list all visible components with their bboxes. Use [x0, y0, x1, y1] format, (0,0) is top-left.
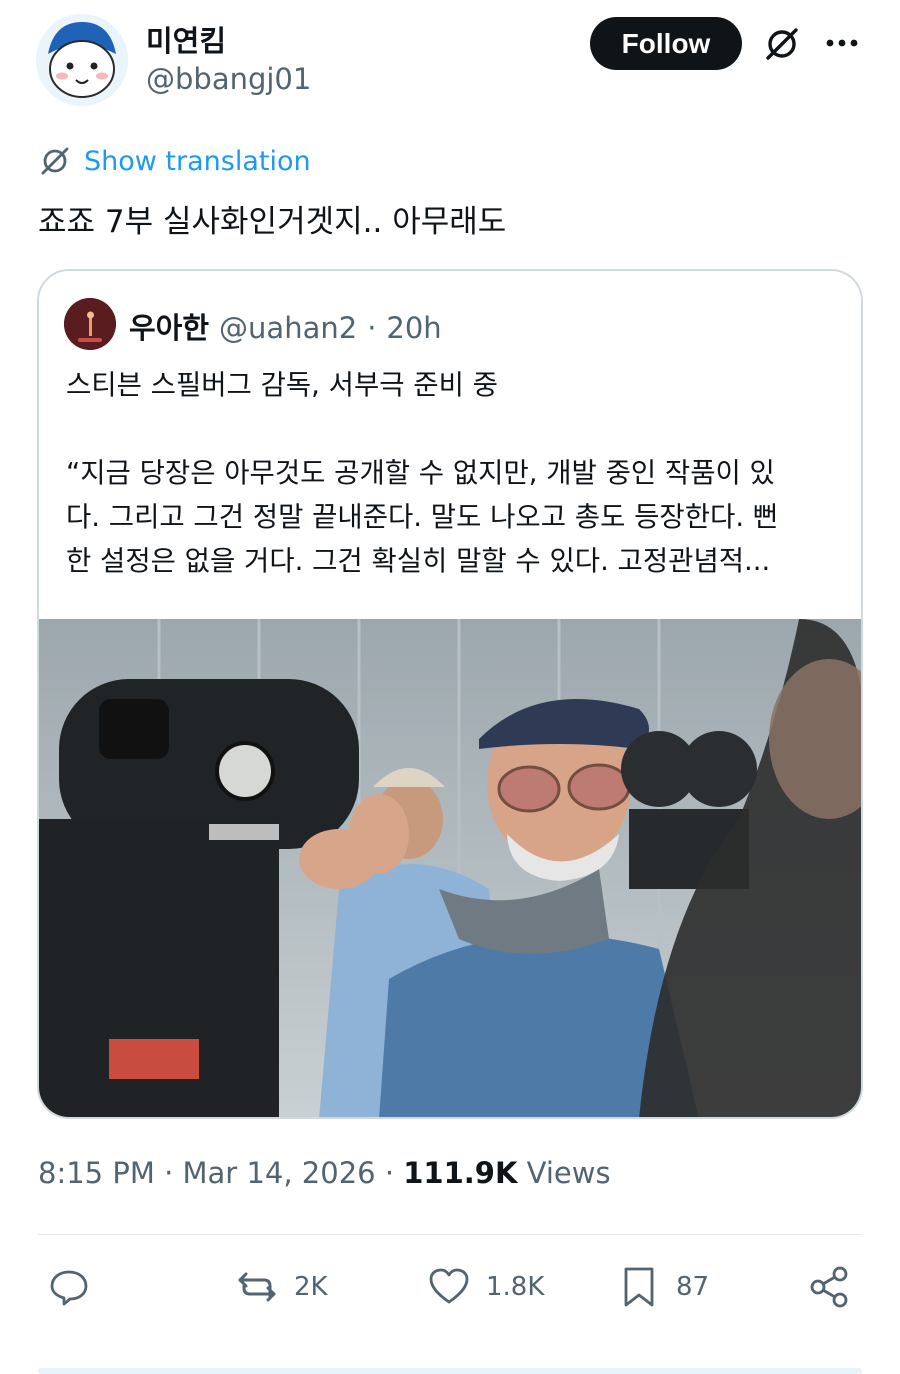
- bookmark-icon: [624, 1267, 654, 1307]
- retweet-icon: [238, 1272, 276, 1302]
- bottom-edge: [38, 1368, 862, 1374]
- quote-author-avatar[interactable]: [64, 298, 116, 350]
- tweet-time[interactable]: 8:15 PM: [38, 1156, 155, 1190]
- quote-headline: 스티븐 스필버그 감독, 서부극 준비 중: [66, 369, 498, 401]
- like-count: 1.8K: [486, 1272, 545, 1302]
- quote-author-name[interactable]: 우아한: [129, 305, 209, 347]
- retweet-button[interactable]: 2K: [234, 1264, 328, 1310]
- quote-photo[interactable]: [39, 619, 861, 1117]
- show-translation-label: Show translation: [84, 145, 311, 177]
- quote-line: “지금 당장은 아무것도 공개할 수 없지만, 개발 중인 작품이 있: [66, 457, 775, 489]
- quote-body: 스티븐 스필버그 감독, 서부극 준비 중 “지금 당장은 아무것도 공개할 수…: [66, 363, 846, 583]
- views-label: Views: [526, 1156, 611, 1190]
- bookmark-button[interactable]: 87: [616, 1264, 709, 1310]
- separator-dot: ·: [384, 1156, 395, 1190]
- bookmark-count: 87: [676, 1272, 710, 1302]
- quote-timestamp[interactable]: 20h: [386, 311, 441, 345]
- author-display-name[interactable]: 미연킴: [146, 18, 226, 60]
- follow-button[interactable]: Follow: [590, 17, 742, 70]
- separator-dot: ·: [164, 1156, 174, 1190]
- views-count: 111.9K: [403, 1156, 518, 1190]
- share-icon: [810, 1266, 848, 1308]
- quote-header: 우아한 @uahan2 · 20h: [129, 305, 442, 347]
- retweet-count: 2K: [294, 1272, 328, 1302]
- author-avatar[interactable]: [36, 14, 128, 106]
- divider: [38, 1234, 862, 1235]
- reply-icon: [50, 1270, 88, 1306]
- translate-icon[interactable]: [762, 24, 802, 64]
- quote-tweet-card[interactable]: 우아한 @uahan2 · 20h 스티븐 스필버그 감독, 서부극 준비 중 …: [37, 269, 863, 1119]
- share-button[interactable]: [806, 1264, 852, 1310]
- like-button[interactable]: 1.8K: [426, 1264, 544, 1310]
- quote-line: 다. 그리고 그건 정말 끝내준다. 말도 나오고 총도 등장한다. 뻔: [66, 501, 779, 533]
- author-handle[interactable]: @bbangj01: [146, 62, 311, 96]
- tweet-meta: 8:15 PM · Mar 14, 2026 · 111.9K Views: [38, 1156, 611, 1190]
- reply-button[interactable]: [46, 1264, 106, 1310]
- quote-author-handle[interactable]: @uahan2: [219, 311, 357, 345]
- more-dots-icon[interactable]: [822, 26, 862, 60]
- tweet-text: 죠죠 7부 실사화인거겟지.. 아무래도: [38, 204, 507, 240]
- quote-line: 한 설정은 없을 거다. 그건 확실히 말할 수 있다. 고정관념적...: [66, 545, 771, 577]
- show-translation-link[interactable]: Show translation: [38, 144, 311, 178]
- separator-dot: ·: [367, 311, 377, 345]
- translate-icon: [41, 147, 69, 175]
- heart-icon: [429, 1268, 469, 1304]
- tweet-date[interactable]: Mar 14, 2026: [183, 1156, 376, 1190]
